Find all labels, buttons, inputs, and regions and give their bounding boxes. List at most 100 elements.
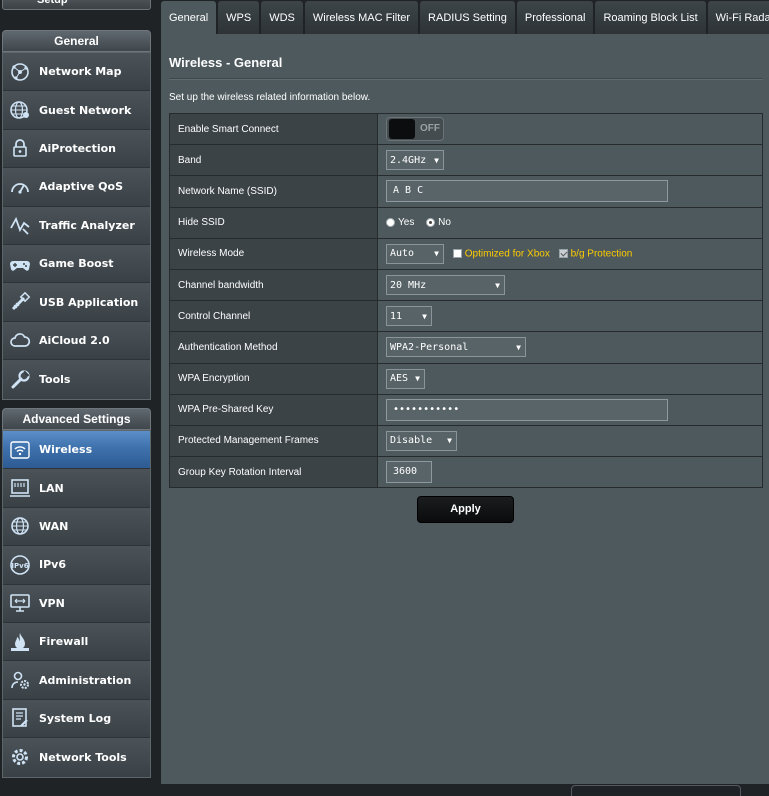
sidebar-item-label: VPN bbox=[39, 596, 65, 610]
sidebar-item-lan[interactable]: LAN bbox=[3, 469, 150, 508]
sidebar-item-label: Wireless bbox=[39, 443, 93, 457]
sidebar-item-label: Administration bbox=[39, 673, 132, 687]
advanced-menu: Wireless LAN WAN IPv6 IPv6 VPN Firewall bbox=[2, 430, 151, 778]
table-row: Network Name (SSID) A B C bbox=[169, 175, 763, 208]
sidebar-item-label: Adaptive QoS bbox=[39, 180, 124, 194]
tab-wifi-radar[interactable]: Wi-Fi Radar bbox=[707, 1, 769, 34]
band-value: 2.4GHz bbox=[390, 154, 427, 166]
pmf-select[interactable]: Disable ▼ bbox=[386, 430, 457, 451]
quick-setup-button[interactable]: Setup bbox=[2, 0, 151, 10]
tab-professional[interactable]: Professional bbox=[516, 1, 594, 34]
tab-wps[interactable]: WPS bbox=[218, 1, 260, 34]
wireless-mode-select[interactable]: Auto ▼ bbox=[386, 243, 444, 264]
sidebar-item-label: AiProtection bbox=[39, 141, 116, 155]
sidebar-item-usb-application[interactable]: USB Application bbox=[3, 283, 150, 322]
gauge-icon bbox=[9, 176, 31, 198]
ssid-label: Network Name (SSID) bbox=[169, 175, 378, 208]
sidebar-item-adaptive-qos[interactable]: Adaptive QoS bbox=[3, 168, 150, 207]
sidebar-item-network-map[interactable]: Network Map bbox=[3, 53, 150, 92]
table-row: Protected Management Frames Disable ▼ bbox=[169, 424, 763, 458]
hide-ssid-yes-radio[interactable] bbox=[386, 218, 395, 228]
table-row: Band 2.4GHz ▼ bbox=[169, 144, 763, 177]
table-row: Channel bandwidth 20 MHz ▼ bbox=[169, 268, 763, 302]
sidebar: Setup General Network Map Guest Network … bbox=[0, 0, 153, 796]
tab-general[interactable]: General bbox=[161, 1, 217, 34]
sidebar-item-firewall[interactable]: Firewall bbox=[3, 622, 150, 662]
lan-icon bbox=[9, 477, 31, 499]
sidebar-item-vpn[interactable]: VPN bbox=[3, 584, 150, 623]
wifi-icon bbox=[9, 439, 31, 461]
sidebar-item-game-boost[interactable]: Game Boost bbox=[3, 244, 150, 284]
sidebar-item-administration[interactable]: Administration bbox=[3, 661, 150, 700]
sidebar-item-label: AiCloud 2.0 bbox=[39, 333, 110, 347]
table-row: Control Channel 11 ▼ bbox=[169, 300, 763, 333]
network-map-icon bbox=[9, 61, 31, 83]
band-select[interactable]: 2.4GHz ▼ bbox=[386, 150, 444, 171]
channel-bandwidth-value: 20 MHz bbox=[390, 279, 427, 291]
sidebar-item-aicloud[interactable]: AiCloud 2.0 bbox=[3, 321, 150, 361]
sidebar-item-wan[interactable]: WAN bbox=[3, 507, 150, 547]
table-row: Wireless Mode Auto ▼ Optimized for Xbox b… bbox=[169, 237, 763, 270]
log-icon bbox=[9, 707, 31, 729]
pmf-value: Disable bbox=[390, 435, 433, 447]
sidebar-item-wireless[interactable]: Wireless bbox=[3, 431, 150, 470]
sidebar-item-tools[interactable]: Tools bbox=[3, 360, 150, 399]
caret-down-icon: ▼ bbox=[516, 342, 521, 352]
wpa-encryption-label: WPA Encryption bbox=[169, 362, 378, 395]
xbox-checkbox[interactable] bbox=[452, 249, 462, 259]
table-row: Authentication Method WPA2-Personal ▼ bbox=[169, 331, 763, 364]
ssid-input[interactable]: A B C bbox=[386, 180, 668, 203]
tab-wds[interactable]: WDS bbox=[261, 1, 303, 34]
hide-ssid-no-radio[interactable] bbox=[426, 218, 436, 228]
control-channel-select[interactable]: 11 ▼ bbox=[386, 306, 432, 327]
sidebar-item-label: Game Boost bbox=[39, 257, 114, 271]
table-row: Group Key Rotation Interval 3600 bbox=[169, 456, 763, 489]
pmf-label: Protected Management Frames bbox=[169, 424, 378, 458]
toggle-knob bbox=[389, 119, 415, 140]
sidebar-item-network-tools[interactable]: Network Tools bbox=[3, 738, 150, 777]
bg-protection-checkbox[interactable] bbox=[558, 249, 568, 259]
settings-panel: Wireless - General Set up the wireless r… bbox=[161, 34, 769, 784]
caret-down-icon: ▼ bbox=[422, 311, 427, 321]
advanced-settings-header: Advanced Settings bbox=[2, 408, 151, 430]
fire-icon bbox=[9, 631, 31, 653]
sidebar-item-traffic-analyzer[interactable]: Traffic Analyzer bbox=[3, 206, 150, 245]
bg-protection-label: b/g Protection bbox=[570, 248, 633, 260]
general-header: General bbox=[2, 30, 151, 52]
table-row: Enable Smart Connect OFF bbox=[169, 112, 763, 146]
usb-icon bbox=[9, 291, 31, 313]
sidebar-item-guest-network[interactable]: Guest Network bbox=[3, 91, 150, 130]
page-title: Wireless - General bbox=[169, 55, 283, 70]
xbox-label: Optimized for Xbox bbox=[464, 248, 550, 260]
gkri-input[interactable]: 3600 bbox=[386, 461, 432, 484]
sidebar-item-label: Network Map bbox=[39, 65, 122, 79]
sidebar-item-ipv6[interactable]: IPv6 IPv6 bbox=[3, 546, 150, 585]
sidebar-item-label: LAN bbox=[39, 481, 64, 495]
apply-button[interactable]: Apply bbox=[417, 496, 514, 523]
wpa-encryption-select[interactable]: AES ▼ bbox=[386, 368, 425, 389]
sidebar-item-aiprotection[interactable]: AiProtection bbox=[3, 129, 150, 169]
page-description: Set up the wireless related information … bbox=[169, 92, 371, 103]
hide-ssid-no-label: No bbox=[438, 217, 451, 229]
wpa-psk-label: WPA Pre-Shared Key bbox=[169, 393, 378, 426]
tab-roaming-block-list[interactable]: Roaming Block List bbox=[595, 1, 706, 34]
sidebar-item-label: Tools bbox=[39, 372, 71, 386]
band-label: Band bbox=[169, 144, 378, 177]
gkri-label: Group Key Rotation Interval bbox=[169, 456, 378, 489]
tab-radius-setting[interactable]: RADIUS Setting bbox=[420, 1, 515, 34]
smart-connect-toggle[interactable]: OFF bbox=[386, 117, 444, 142]
wpa-psk-input[interactable]: ••••••••••• bbox=[386, 398, 668, 421]
channel-bandwidth-select[interactable]: 20 MHz ▼ bbox=[386, 275, 505, 296]
gamepad-icon bbox=[9, 253, 31, 275]
sidebar-item-label: IPv6 bbox=[39, 558, 66, 572]
sidebar-item-system-log[interactable]: System Log bbox=[3, 699, 150, 739]
tab-wireless-mac-filter[interactable]: Wireless MAC Filter bbox=[304, 1, 419, 34]
globe-icon bbox=[9, 99, 31, 121]
sidebar-item-label: System Log bbox=[39, 711, 112, 725]
sidebar-item-label: Traffic Analyzer bbox=[39, 218, 135, 232]
vpn-icon bbox=[9, 592, 31, 614]
title-divider bbox=[169, 78, 763, 80]
tools-gear-icon bbox=[9, 746, 31, 768]
auth-method-select[interactable]: WPA2-Personal ▼ bbox=[386, 337, 526, 358]
sidebar-item-label: USB Application bbox=[39, 295, 139, 309]
